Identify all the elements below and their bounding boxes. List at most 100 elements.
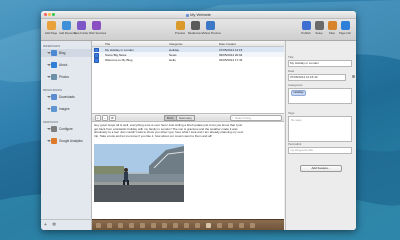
format-button[interactable] — [151, 223, 156, 228]
window-title: My Website — [161, 12, 236, 17]
sidebar-section-header: WEBPAGES — [43, 44, 61, 48]
setup-button[interactable]: Setup — [312, 21, 326, 39]
cell-category: Hello — [169, 58, 176, 62]
preview-button[interactable]: Preview — [173, 21, 187, 39]
cell-date: 02/05/2014 17:43 — [219, 58, 243, 62]
toolbar-button-label: Publish — [301, 31, 311, 35]
title-field[interactable]: My Holiday in London — [288, 60, 352, 67]
add-item-button[interactable]: + — [44, 222, 47, 228]
media-items-button[interactable]: Media Items — [188, 21, 203, 39]
post-editor[interactable]: Hey guys! Hope all is well, everything s… — [92, 122, 284, 219]
format-button[interactable] — [129, 223, 134, 228]
format-button[interactable] — [184, 223, 189, 228]
editor-toolbar: + − ⚙ Body Summary ⌕ Search blog — [92, 114, 284, 122]
format-button[interactable] — [250, 223, 255, 228]
sidebar-item-blog[interactable]: Blog — [41, 49, 91, 57]
page-info-button[interactable]: Page Info — [338, 21, 352, 39]
toolbar-button-label: Show Preview — [203, 31, 221, 35]
search-input[interactable]: ⌕ Search blog — [230, 115, 282, 121]
sidebar-section-header: RESOURCES — [43, 88, 63, 92]
sidebar-item-downloads[interactable]: Downloads — [41, 93, 91, 101]
permalink-field[interactable]: my-blog-post-title — [288, 147, 352, 154]
format-button[interactable] — [118, 223, 123, 228]
title-bar: My Website — [41, 11, 356, 19]
sidebar: WEBPAGES Blog About Photos RESOURCES Download… — [41, 41, 92, 219]
category-token[interactable]: Holiday — [291, 90, 307, 96]
remove-post-button[interactable]: − — [102, 115, 108, 121]
format-button[interactable] — [239, 223, 244, 228]
resource-add-button[interactable]: Add Resource — [59, 21, 77, 39]
format-button[interactable] — [195, 223, 200, 228]
permalink-label: Permalink — [288, 142, 302, 146]
photos-icon — [51, 74, 57, 80]
publish-button[interactable]: Publish — [299, 21, 313, 39]
post-list: Title Categories Date Created My Holiday… — [92, 41, 284, 114]
zoom-button[interactable] — [52, 13, 55, 16]
toolbar-button-label: Page Info — [339, 31, 351, 35]
sidebar-item-label: Google Analytics — [59, 139, 83, 143]
toolbar-button-label: Add Resource — [59, 31, 77, 35]
format-button[interactable] — [217, 223, 222, 228]
add-post-button[interactable]: + — [95, 115, 101, 121]
cell-title: Welcome to My Blog — [105, 58, 133, 62]
format-button[interactable] — [228, 223, 233, 228]
sidebar-section-header: SERVICES — [43, 120, 59, 124]
column-header-title[interactable]: Title — [105, 42, 110, 46]
analytics-icon — [51, 138, 57, 144]
date-stepper-icon[interactable] — [352, 75, 355, 78]
images-icon — [51, 106, 57, 112]
app-window: My Website Add Page Add Resource New Folde… — [41, 11, 356, 230]
sidebar-item-photos[interactable]: Photos — [41, 73, 91, 81]
folder-add-button[interactable]: New Folder — [74, 21, 88, 39]
sidebar-settings-icon[interactable]: ✲ — [52, 222, 56, 228]
post-body-text[interactable]: Hey guys! Hope all is well, everything s… — [94, 123, 244, 138]
add-feature-button[interactable]: Add Feature... — [300, 165, 342, 172]
about-icon — [51, 62, 57, 68]
column-header-date[interactable]: Date Created — [219, 42, 236, 46]
folder-add-icon — [76, 21, 86, 30]
tags-field[interactable]: No tags — [288, 116, 352, 142]
categories-field[interactable]: Holiday — [288, 88, 352, 104]
format-button[interactable] — [162, 223, 167, 228]
formatting-bar — [92, 219, 284, 230]
page-add-button[interactable]: Add Page — [44, 21, 58, 39]
sidebar-item-configure[interactable]: Configure — [41, 125, 91, 133]
editor-gear-icon[interactable]: ⚙ — [109, 115, 116, 121]
photo-scene — [94, 144, 184, 202]
publish-checkbox[interactable] — [94, 57, 99, 63]
column-header-categories[interactable]: Categories — [169, 42, 183, 46]
show-preview-button[interactable]: Show Preview — [203, 21, 221, 39]
resource-add-icon — [61, 21, 71, 30]
toolbar-button-label: Add Page — [44, 31, 58, 35]
categories-label: Categories — [288, 83, 303, 87]
toolbar-button-label: Web Services — [89, 31, 107, 35]
minimize-button[interactable] — [48, 13, 51, 16]
format-button[interactable] — [140, 223, 145, 228]
post-photo[interactable] — [94, 144, 184, 202]
close-button[interactable] — [44, 13, 47, 16]
page-add-icon — [46, 21, 56, 30]
sidebar-item-about[interactable]: About — [41, 61, 91, 69]
tab-summary[interactable]: Summary — [176, 115, 195, 121]
configure-icon — [51, 126, 57, 132]
sidebar-item-label: Photos — [59, 75, 69, 79]
page-info-icon — [340, 21, 350, 30]
sidebar-bottom-bar: + ✲ — [41, 219, 92, 230]
format-button[interactable] — [107, 223, 112, 228]
format-button[interactable] — [173, 223, 178, 228]
format-button[interactable] — [206, 223, 211, 228]
table-row[interactable]: Welcome to My Blog Hello 02/05/2014 17:43 — [92, 57, 284, 63]
inspector-panel: Title My Holiday in London Date 07/05/20… — [285, 41, 356, 230]
title-label: Title — [288, 55, 294, 59]
date-field[interactable]: 07/05/2014 12:15:44 — [288, 74, 346, 81]
sidebar-item-google-analytics[interactable]: Google Analytics — [41, 137, 91, 145]
tags-label: Tags — [288, 111, 295, 115]
tab-body[interactable]: Body — [164, 115, 177, 121]
document-icon — [186, 13, 190, 17]
sidebar-item-images[interactable]: Images — [41, 105, 91, 113]
format-button[interactable] — [96, 223, 101, 228]
web-services-button[interactable]: Web Services — [89, 21, 107, 39]
files-button[interactable]: Files — [325, 21, 339, 39]
publish-icon — [301, 21, 311, 30]
setup-icon — [314, 21, 324, 30]
